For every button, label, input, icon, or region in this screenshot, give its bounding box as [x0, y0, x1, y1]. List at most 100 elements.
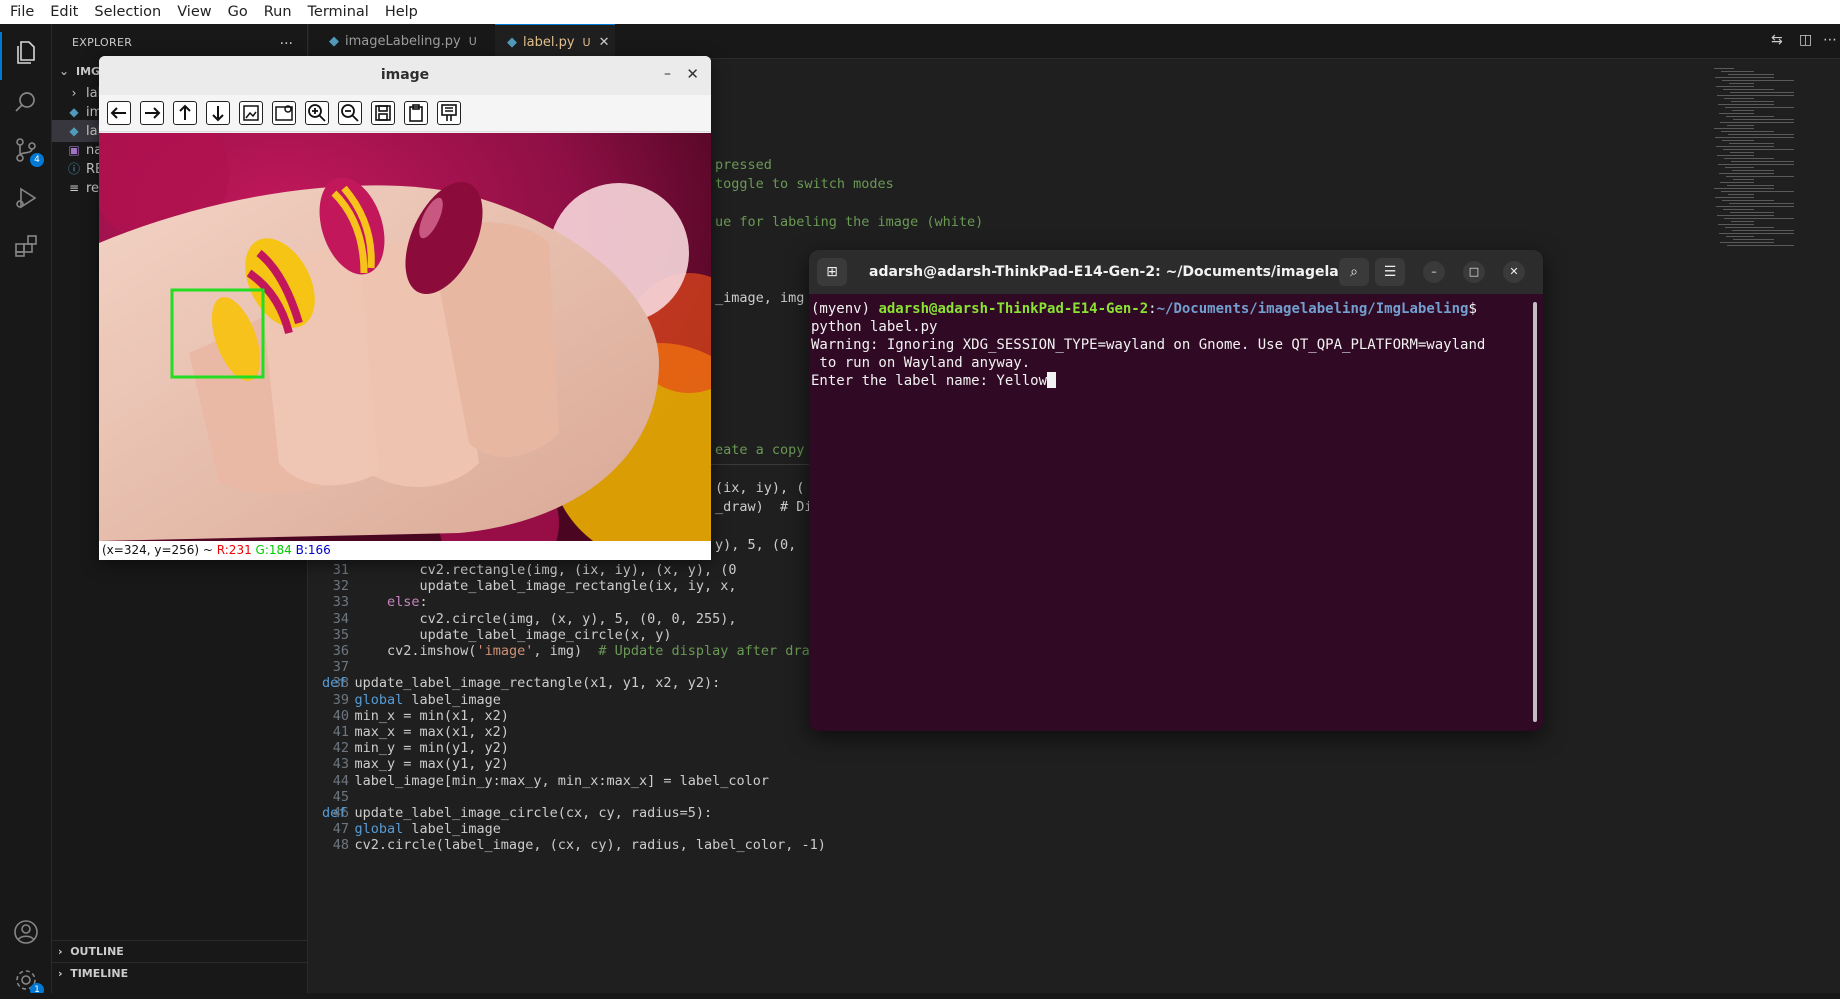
pan-left-icon[interactable] — [107, 101, 131, 125]
menu-item-file[interactable]: File — [0, 0, 42, 24]
split-editor-icon[interactable]: ◫ — [1799, 32, 1812, 48]
compare-changes-icon[interactable]: ⇆ — [1771, 32, 1783, 48]
minimap-line — [1726, 236, 1754, 237]
minimap-line — [1719, 233, 1794, 234]
save-icon[interactable] — [371, 101, 395, 125]
code-line: max_x = max(x1, x2) — [322, 724, 509, 740]
minimap-line — [1721, 131, 1774, 132]
menu-item-terminal[interactable]: Terminal — [300, 0, 377, 24]
minimap-line — [1728, 74, 1774, 75]
tab-label-py[interactable]: ◆ label.py U ✕ — [495, 24, 615, 59]
untracked-flag: U — [582, 36, 591, 49]
copy-clipboard-icon[interactable] — [404, 101, 428, 125]
code-fragment: _image, img — [715, 290, 805, 306]
hamburger-menu-icon[interactable]: ☰ — [1375, 258, 1405, 286]
zoom-original-icon[interactable] — [239, 101, 263, 125]
explorer-title: EXPLORER — [72, 35, 133, 49]
pixel-blue: B:166 — [295, 543, 331, 557]
terminal-scrollbar[interactable] — [1533, 302, 1537, 722]
minimap-line — [1732, 230, 1794, 231]
terminal-window[interactable]: ⊞ adarsh@adarsh-ThinkPad-E14-Gen-2: ~/Do… — [809, 250, 1543, 731]
menu-item-edit[interactable]: Edit — [42, 0, 86, 24]
properties-icon[interactable] — [437, 101, 461, 125]
tab-imagelabeling[interactable]: ◆ imageLabeling.py U — [317, 24, 493, 59]
code-line: global label_image — [354, 691, 501, 708]
minimize-icon[interactable]: – — [664, 66, 671, 82]
menu-item-selection[interactable]: Selection — [86, 0, 169, 24]
code-fragment: y), 5, (0, — [715, 537, 797, 553]
command-line: python label.py — [811, 319, 938, 335]
pan-right-icon[interactable] — [140, 101, 164, 125]
minimap-line — [1714, 188, 1774, 189]
pan-down-icon[interactable] — [206, 101, 230, 125]
pan-up-icon[interactable] — [173, 101, 197, 125]
timeline-section[interactable]: › TIMELINE — [52, 962, 308, 984]
run-debug-icon[interactable] — [12, 184, 40, 212]
minimap-line — [1725, 107, 1794, 108]
search-icon[interactable] — [12, 88, 40, 116]
close-icon[interactable]: ✕ — [686, 65, 699, 83]
close-icon[interactable]: ✕ — [1503, 261, 1525, 283]
code-fragment: _draw) # Di — [715, 499, 813, 515]
terminal-output[interactable]: (myenv) adarsh@adarsh-ThinkPad-E14-Gen-2… — [809, 294, 1533, 731]
labeling-image[interactable] — [99, 133, 711, 541]
source-control-icon[interactable]: 4 — [12, 136, 44, 167]
editor-more-icon[interactable]: ⋯ — [1823, 32, 1837, 48]
pixel-status-bar: (x=324, y=256) ~ R:231 G:184 B:166 — [99, 541, 711, 560]
minimap-line — [1724, 98, 1754, 99]
code-line: else: — [387, 594, 428, 611]
zoom-in-icon[interactable] — [305, 101, 329, 125]
image-window[interactable]: image – ✕ (x=324, y=256) ~ R:231 G:184 B… — [99, 56, 711, 560]
settings-gear-icon[interactable]: 1 — [12, 966, 44, 997]
minimap-line — [1719, 113, 1754, 114]
minimap-line — [1720, 182, 1754, 183]
code-line: def update_label_image_circle(cx, cy, ra… — [322, 805, 713, 821]
env-name: (myenv) — [811, 301, 879, 317]
minimap-line — [1715, 77, 1774, 78]
zoom-fit-icon[interactable] — [272, 101, 296, 125]
code-line: cv2.circle(label_image, (cx, cy), radius… — [322, 837, 826, 854]
prompt-user: adarsh@adarsh-ThinkPad-E14-Gen-2 — [878, 301, 1149, 317]
line-number: 45 — [332, 788, 349, 805]
minimap-line — [1733, 119, 1794, 120]
extensions-icon[interactable] — [12, 232, 40, 260]
new-tab-icon[interactable]: ⊞ — [817, 258, 847, 286]
tab-label: label.py — [523, 35, 575, 50]
more-actions-icon[interactable]: ... — [280, 32, 293, 48]
maximize-icon[interactable]: □ — [1463, 261, 1485, 283]
minimap-line — [1729, 83, 1754, 84]
zoom-out-icon[interactable] — [338, 101, 362, 125]
minimap-line — [1724, 218, 1794, 219]
minimap-line — [1729, 143, 1774, 144]
minimap[interactable] — [1714, 68, 1814, 248]
minimize-icon[interactable]: – — [1423, 261, 1445, 283]
minimap-line — [1722, 140, 1754, 141]
desktop: File Edit Selection View Go Run Terminal Help 4… — [0, 0, 1840, 999]
editor-tabs: ◆ imageLabeling.py U ◆ label.py U ✕ ⇆ ◫ ⋯ — [309, 24, 1840, 59]
code-line: def update_label_image_rectangle(x1, y1,… — [322, 675, 721, 692]
menu-item-view[interactable]: View — [169, 0, 219, 24]
python-file-icon: ◆ — [329, 34, 339, 49]
explorer-icon[interactable] — [12, 38, 40, 66]
account-icon[interactable] — [12, 918, 40, 946]
code-line: cv2.rectangle(img, (ix, iy), (x, y), (0 — [322, 562, 737, 578]
menu-item-go[interactable]: Go — [220, 0, 256, 24]
chevron-down-icon: ⌄ — [58, 64, 70, 78]
minimap-line — [1723, 149, 1794, 150]
outline-section[interactable]: › OUTLINE — [52, 940, 308, 962]
minimap-line — [1718, 164, 1794, 165]
minimap-line — [1716, 146, 1774, 147]
menu-item-help[interactable]: Help — [377, 0, 426, 24]
code-line: max_y = max(y1, y2) — [322, 756, 509, 773]
image-toolbar — [99, 95, 711, 132]
terminal-titlebar: ⊞ adarsh@adarsh-ThinkPad-E14-Gen-2: ~/Do… — [809, 250, 1543, 294]
code-line: label_image[min_y:max_y, min_x:max_x] = … — [322, 772, 770, 789]
image-window-title: image — [99, 56, 711, 95]
code-fragment: (ix, iy), ( — [715, 480, 805, 496]
minimap-line — [1714, 68, 1734, 69]
minimap-line — [1730, 152, 1754, 153]
close-tab-icon[interactable]: ✕ — [599, 35, 610, 50]
menu-item-run[interactable]: Run — [256, 0, 300, 24]
minimap-line — [1727, 125, 1754, 126]
terminal-search-icon[interactable]: ⌕ — [1339, 258, 1369, 286]
